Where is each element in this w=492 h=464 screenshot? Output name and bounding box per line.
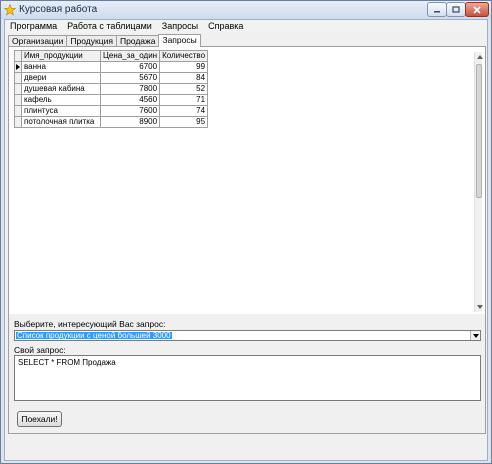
run-query-button[interactable]: Поехали! <box>17 411 62 427</box>
row-header[interactable] <box>14 83 22 95</box>
cell-name[interactable]: кафель <box>21 94 101 106</box>
menu-program[interactable]: Программа <box>5 20 62 33</box>
minimize-icon <box>434 10 440 12</box>
results-grid: Имя_продукции Цена_за_один Количество ва… <box>14 50 209 128</box>
queries-tab-page: Имя_продукции Цена_за_один Количество ва… <box>8 46 486 434</box>
vertical-scrollbar[interactable] <box>474 52 483 312</box>
cell-price[interactable]: 8900 <box>99 116 161 128</box>
table-row[interactable]: ванна 6700 99 <box>14 61 209 73</box>
cell-name[interactable]: плинтуса <box>21 105 101 117</box>
row-header[interactable] <box>14 94 22 106</box>
table-row[interactable]: кафель 4560 71 <box>14 94 209 106</box>
scrollbar-thumb[interactable] <box>476 64 482 198</box>
close-button[interactable] <box>465 2 489 17</box>
close-icon <box>473 5 481 14</box>
query-panel: Выберите, интересующий Вас запрос: Списо… <box>9 314 485 433</box>
cell-price[interactable]: 7600 <box>99 105 161 117</box>
cell-name[interactable]: душевая кабина <box>21 83 101 95</box>
cell-quantity[interactable]: 71 <box>159 94 209 106</box>
cell-price[interactable]: 5670 <box>99 72 161 84</box>
sql-query-textarea[interactable]: SELECT * FROM Продажа <box>14 355 481 401</box>
table-row[interactable]: двери 5670 84 <box>14 72 209 84</box>
app-star-icon <box>4 4 16 16</box>
menu-bar: Программа Работа с таблицами Запросы Спр… <box>5 20 487 33</box>
arrow-down-icon <box>476 304 483 309</box>
table-row[interactable]: плинтуса 7600 74 <box>14 105 209 117</box>
cell-price[interactable]: 4560 <box>99 94 161 106</box>
scroll-down-button[interactable] <box>476 303 483 310</box>
tab-queries[interactable]: Запросы <box>158 34 201 47</box>
table-row[interactable]: душевая кабина 7800 52 <box>14 83 209 95</box>
results-panel: Имя_продукции Цена_за_один Количество ва… <box>10 48 484 314</box>
chevron-down-icon <box>472 333 479 338</box>
client-area: Программа Работа с таблицами Запросы Спр… <box>4 19 488 461</box>
column-header-name[interactable]: Имя_продукции <box>21 50 101 62</box>
row-header[interactable] <box>14 105 22 117</box>
query-select-value: Список продукции с ценой большей 3000 <box>16 331 172 340</box>
maximize-button[interactable] <box>446 2 466 17</box>
table-row[interactable]: потолочная плитка 8900 95 <box>14 116 209 128</box>
cell-quantity[interactable]: 84 <box>159 72 209 84</box>
own-query-label: Свой запрос: <box>14 345 66 355</box>
title-bar[interactable]: Курсовая работа <box>1 1 491 19</box>
cell-name[interactable]: ванна <box>21 61 101 73</box>
column-header-quantity[interactable]: Количество <box>159 50 209 62</box>
maximize-icon <box>452 6 460 13</box>
menu-queries[interactable]: Запросы <box>157 20 203 33</box>
row-header-corner[interactable] <box>14 50 22 62</box>
row-header-current[interactable] <box>14 61 22 73</box>
select-query-label: Выберите, интересующий Вас запрос: <box>14 319 166 329</box>
cell-quantity[interactable]: 95 <box>159 116 209 128</box>
app-window: Курсовая работа Программа Работа с табли… <box>0 0 492 464</box>
cell-quantity[interactable]: 52 <box>159 83 209 95</box>
row-header[interactable] <box>14 116 22 128</box>
window-title: Курсовая работа <box>19 4 98 15</box>
grid-header-row: Имя_продукции Цена_за_один Количество <box>14 50 209 62</box>
cell-quantity[interactable]: 99 <box>159 61 209 73</box>
query-select-dropdown-button[interactable] <box>470 331 480 340</box>
cell-price[interactable]: 7800 <box>99 83 161 95</box>
cell-name[interactable]: двери <box>21 72 101 84</box>
cell-name[interactable]: потолочная плитка <box>21 116 101 128</box>
query-select[interactable]: Список продукции с ценой большей 3000 <box>14 330 481 341</box>
arrow-up-icon <box>476 54 483 59</box>
cell-quantity[interactable]: 74 <box>159 105 209 117</box>
current-row-arrow-icon <box>16 64 20 70</box>
row-header[interactable] <box>14 72 22 84</box>
column-header-price[interactable]: Цена_за_один <box>99 50 161 62</box>
scroll-up-button[interactable] <box>476 53 483 60</box>
minimize-button[interactable] <box>427 2 447 17</box>
menu-tables[interactable]: Работа с таблицами <box>62 20 157 33</box>
menu-help[interactable]: Справка <box>203 20 248 33</box>
cell-price[interactable]: 6700 <box>99 61 161 73</box>
